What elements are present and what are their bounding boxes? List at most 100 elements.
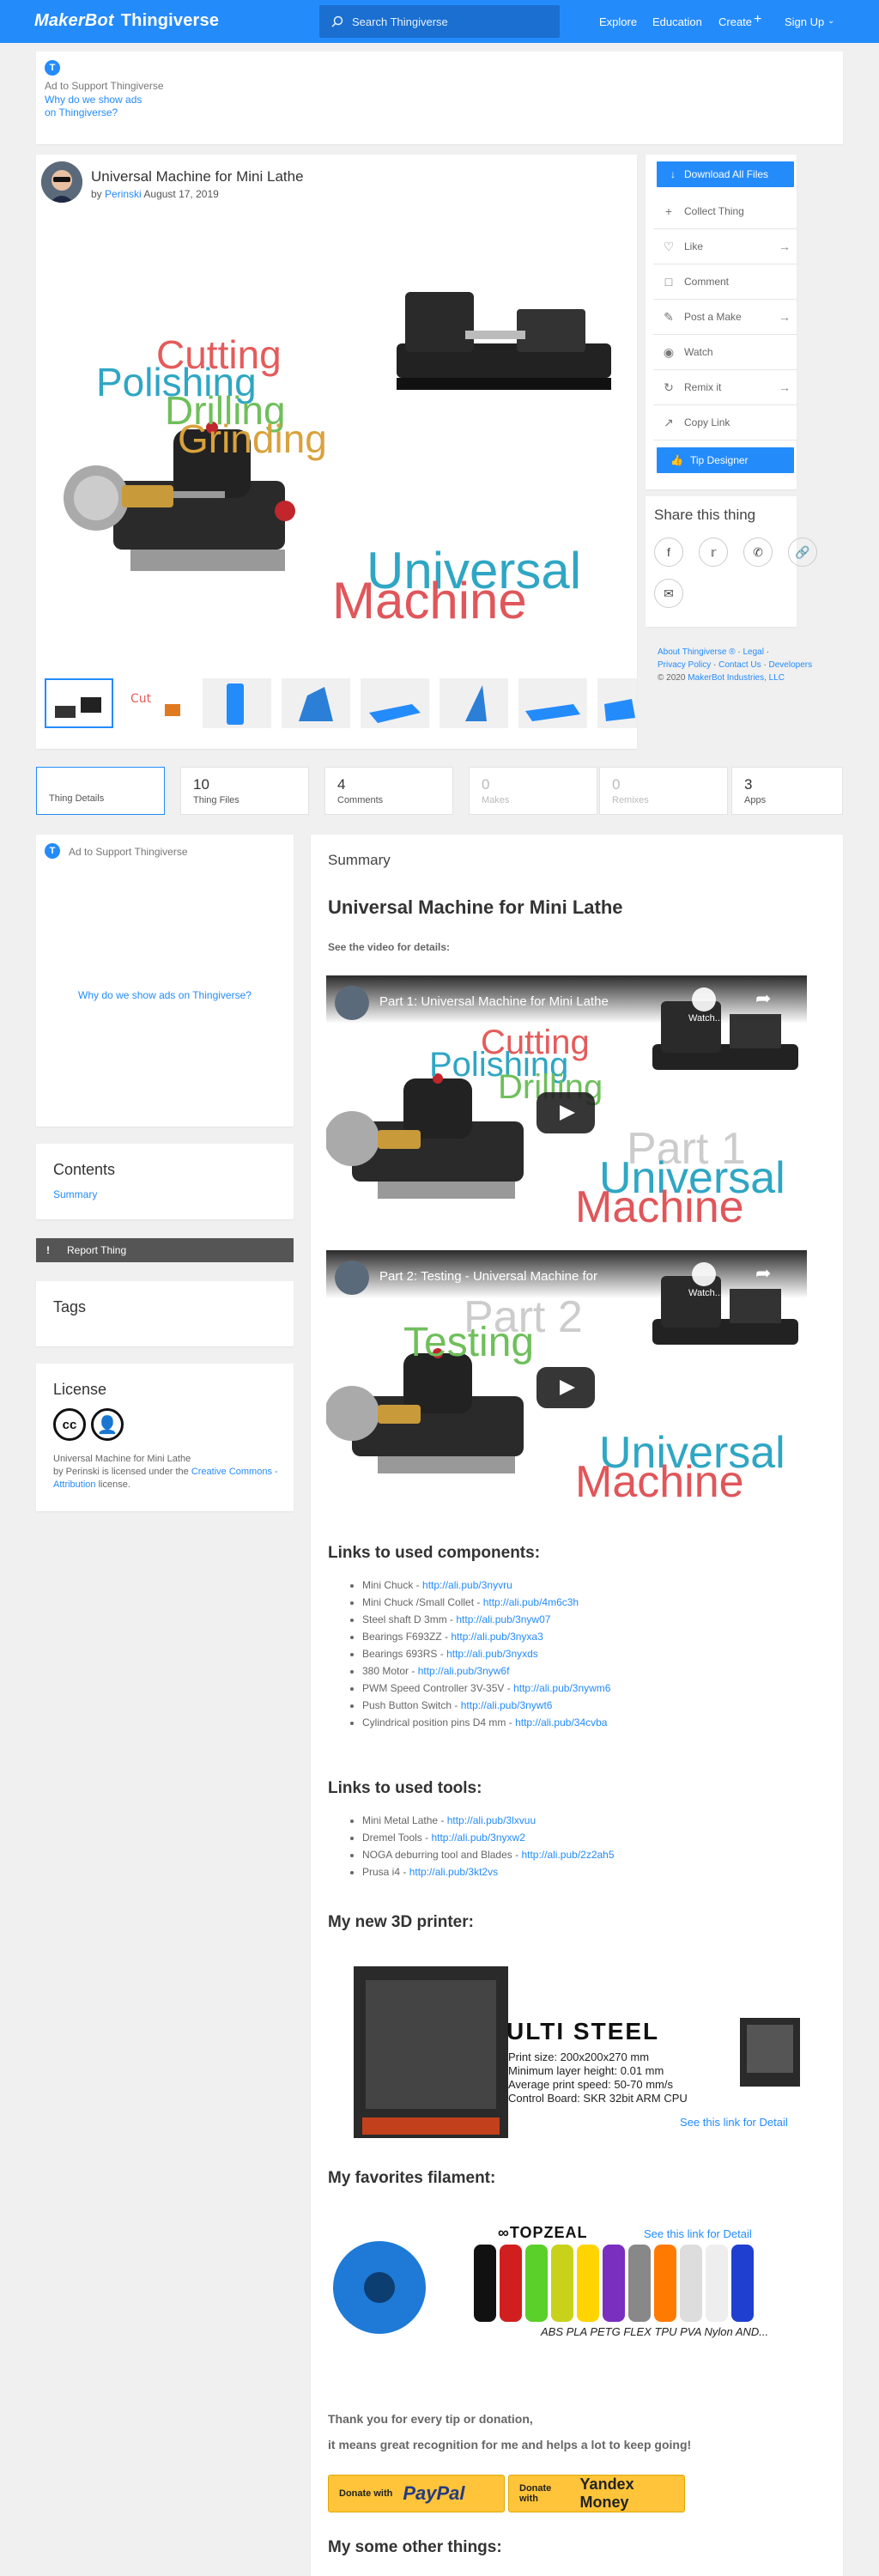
whatsapp-icon[interactable]: ✆ <box>743 538 773 567</box>
nav-education[interactable]: Education <box>652 15 702 28</box>
action-label: Comment <box>684 276 730 288</box>
action-collect-thing[interactable]: + Collect Thing <box>653 194 797 229</box>
thumbnail[interactable] <box>361 678 429 728</box>
thing-title: Universal Machine for Mini Lathe <box>91 168 304 185</box>
item-link[interactable]: http://ali.pub/34cvba <box>515 1716 607 1728</box>
item-link[interactable]: http://ali.pub/3nyxa3 <box>451 1631 543 1643</box>
item-link[interactable]: http://ali.pub/2z2ah5 <box>521 1849 614 1861</box>
download-all-button[interactable]: ↓ Download All Files <box>657 161 794 187</box>
tip-designer-button[interactable]: 👍 Tip Designer <box>657 447 794 473</box>
contact-link[interactable]: Contact Us <box>718 660 761 670</box>
item-link[interactable]: http://ali.pub/3nyw6f <box>418 1665 510 1677</box>
tab-thing-files[interactable]: 10 Thing Files <box>180 767 309 815</box>
item-link[interactable]: http://ali.pub/3kt2vs <box>409 1866 498 1878</box>
report-label: Report Thing <box>67 1244 127 1256</box>
action-watch[interactable]: ◉ Watch <box>653 335 797 370</box>
author-avatar[interactable] <box>41 161 82 203</box>
filament-detail-link[interactable]: See this link for Detail <box>644 2227 752 2240</box>
link-icon[interactable]: 🔗 <box>788 538 817 567</box>
item-link[interactable]: http://ali.pub/3nyw07 <box>456 1613 550 1625</box>
clock-icon[interactable] <box>692 987 716 1012</box>
tab-thing-details[interactable]: Thing Details <box>36 767 165 815</box>
video1-title[interactable]: Part 1: Universal Machine for Mini Lathe <box>379 994 609 1009</box>
action-remix-it[interactable]: ↻ Remix it → <box>653 370 797 405</box>
share-arrow-icon[interactable]: ➦ <box>755 1262 771 1285</box>
facebook-icon[interactable]: f <box>654 538 683 567</box>
nav-explore[interactable]: Explore <box>599 15 637 28</box>
twitter-icon[interactable]: 𝕣 <box>699 538 728 567</box>
thanks-line-2: it means great recognition for me and he… <box>328 2438 692 2451</box>
thingiverse-logo[interactable]: MakerBot Thingiverse <box>34 11 219 31</box>
thumbnail[interactable] <box>203 678 271 728</box>
item-link[interactable]: http://ali.pub/3nywt6 <box>461 1699 553 1711</box>
main-thing-image[interactable]: Cutting Polishing Drilling Grinding Univ… <box>36 215 637 670</box>
video-player-1[interactable]: Cutting Polishing Drilling Part 1 Univer… <box>326 975 807 1233</box>
printer-detail-link[interactable]: See this link for Detail <box>680 2116 788 2129</box>
yandex-donate-button[interactable]: Donate with Yandex Money <box>508 2475 685 2512</box>
thumbnail[interactable]: Cut <box>124 678 192 728</box>
filament-banner[interactable]: ∞TOPZEAL See this link for Detail ABS PL… <box>328 2215 809 2344</box>
share-arrow-icon[interactable]: ➦ <box>755 987 771 1010</box>
company-link[interactable]: MakerBot Industries, LLC <box>688 673 785 683</box>
why-ads-link-2[interactable]: on Thingiverse? <box>45 106 118 118</box>
thumbnail[interactable] <box>518 678 587 728</box>
action-label: Collect Thing <box>684 205 744 217</box>
thanks-line-1: Thank you for every tip or donation, <box>328 2412 533 2426</box>
action-post-a-make[interactable]: ✎ Post a Make → <box>653 300 797 335</box>
tab-remixes[interactable]: 0 Remixes <box>599 767 728 815</box>
plus-icon: + <box>664 204 673 218</box>
item-link[interactable]: http://ali.pub/3nywm6 <box>513 1682 610 1694</box>
item-link[interactable]: http://ali.pub/3nyxw2 <box>431 1832 524 1844</box>
report-thing-button[interactable]: ! Report Thing <box>36 1238 294 1262</box>
tab-apps[interactable]: 3 Apps <box>731 767 843 815</box>
item-link[interactable]: http://ali.pub/3nyxds <box>446 1648 538 1660</box>
list-item: 380 Motor - http://ali.pub/3nyw6f <box>362 1662 826 1680</box>
list-item: Mini Metal Lathe - http://ali.pub/3lxvuu <box>362 1812 826 1829</box>
thumbnail[interactable] <box>282 678 350 728</box>
tab-comments[interactable]: 4 Comments <box>324 767 453 815</box>
action-like[interactable]: ♡ Like → <box>653 229 797 264</box>
legal-link[interactable]: Legal <box>743 647 763 657</box>
channel-avatar[interactable] <box>335 1261 369 1295</box>
video2-title[interactable]: Part 2: Testing - Universal Machine for <box>379 1269 597 1284</box>
contents-summary-link[interactable]: Summary <box>53 1188 97 1200</box>
nav-sign-up[interactable]: Sign Up <box>785 15 824 28</box>
author-link[interactable]: Perinski <box>105 188 142 200</box>
about-link[interactable]: About Thingiverse ® <box>658 647 736 657</box>
tags-title: Tags <box>53 1298 87 1315</box>
clock-icon[interactable] <box>692 1262 716 1286</box>
play-button[interactable] <box>536 1367 595 1408</box>
item-link[interactable]: http://ali.pub/3lxvuu <box>447 1814 536 1826</box>
tab-count: 10 <box>193 776 209 793</box>
sidebar-ad: T Ad to Support Thingiverse Why do we sh… <box>36 835 294 1127</box>
nav-create[interactable]: Create <box>718 15 752 28</box>
printer-banner[interactable]: ULTI STEEL Print size: 200x200x270 mm Mi… <box>336 1949 817 2148</box>
video-player-2[interactable]: Part 2 Testing Universal Machine Part 2:… <box>326 1250 807 1508</box>
contents-title: Contents <box>53 1161 116 1178</box>
thumbnail[interactable] <box>597 678 637 728</box>
tab-makes[interactable]: 0 Makes <box>469 767 597 815</box>
action-copy-link[interactable]: ↗ Copy Link <box>653 405 797 440</box>
top-ad-banner: T Ad to Support Thingiverse Why do we sh… <box>36 52 843 144</box>
why-ads-link[interactable]: Why do we show ads <box>45 94 142 106</box>
channel-avatar[interactable] <box>335 986 369 1020</box>
developers-link[interactable]: Developers <box>769 660 813 670</box>
paypal-logo: PayPal <box>403 2482 465 2504</box>
why-ads-link[interactable]: Why do we show ads on Thingiverse? <box>36 989 294 1001</box>
item-link[interactable]: http://ali.pub/4m6c3h <box>483 1596 579 1608</box>
hero-brand-machine: Machine <box>332 572 527 629</box>
thumbnail[interactable] <box>440 678 508 728</box>
search-input[interactable]: Search Thingiverse <box>319 5 560 38</box>
item-text: Dremel Tools - <box>362 1832 432 1844</box>
thumbnail[interactable] <box>45 678 113 728</box>
privacy-link[interactable]: Privacy Policy <box>658 660 711 670</box>
ad-label: Ad to Support Thingiverse <box>69 846 188 858</box>
play-button[interactable] <box>536 1092 595 1133</box>
printer-spec: Control Board: SKR 32bit ARM CPU <box>508 2092 688 2105</box>
email-icon[interactable]: ✉ <box>654 579 683 608</box>
paypal-donate-button[interactable]: Donate with PayPal <box>328 2475 505 2512</box>
action-comment[interactable]: □ Comment <box>653 264 797 300</box>
tip-label: Tip Designer <box>689 454 749 466</box>
search-placeholder: Search Thingiverse <box>352 15 448 28</box>
item-link[interactable]: http://ali.pub/3nyvru <box>422 1579 512 1591</box>
